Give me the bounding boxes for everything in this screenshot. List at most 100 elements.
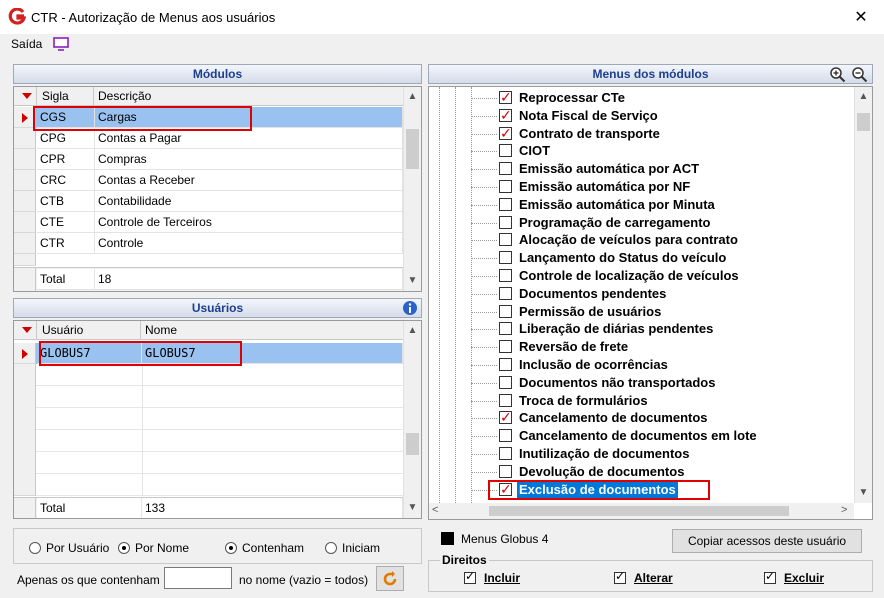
table-row[interactable]: CRC Contas a Receber [14,170,403,191]
tree-checkbox[interactable] [499,251,512,265]
zoom-in-icon[interactable] [829,66,846,83]
scroll-thumb[interactable] [857,113,870,131]
scroll-left-icon[interactable]: < [432,504,438,516]
direitos-label: Direitos [440,553,489,567]
tree-item[interactable]: Permissão de usuários [471,303,854,321]
scroll-thumb[interactable] [406,433,419,455]
tree-checkbox[interactable] [499,358,512,371]
menu-bar: Saída [0,34,884,56]
tree-item[interactable]: Devolução de documentos [471,463,854,481]
tree-checkbox[interactable] [499,233,512,247]
tree-item[interactable]: Programação de carregamento [471,214,854,232]
tree-checkbox[interactable] [499,180,512,193]
tree-item[interactable]: Reprocessar CTe [471,88,854,107]
tree-item[interactable]: Inutilização de documentos [471,445,854,463]
filter-group: Por Usuário Por Nome Contenham Iniciam [13,528,422,564]
info-icon[interactable] [402,300,418,316]
tree-item[interactable]: Liberação de diárias pendentes [471,320,854,338]
highlight-box [488,480,710,500]
scroll-thumb[interactable] [406,129,419,169]
tree-checkbox[interactable] [499,408,512,426]
tree-item-label: Reprocessar CTe [519,90,625,105]
filter-text-input[interactable] [164,567,232,589]
tree-checkbox[interactable] [499,106,512,124]
checkbox-incluir[interactable] [464,569,476,584]
checkbox-excluir[interactable] [764,569,776,584]
tree-checkbox[interactable] [499,304,512,318]
tree-checkbox[interactable] [499,375,512,389]
cell-sigla: CTB [37,191,95,212]
tree-checkbox[interactable] [499,215,512,229]
close-icon[interactable]: ✕ [846,6,876,30]
column-header-descricao[interactable]: Descrição [95,87,395,106]
radio-contenham[interactable] [225,542,237,554]
column-header-sigla[interactable]: Sigla [36,87,94,106]
tree-item[interactable]: Inclusão de ocorrências [471,356,854,374]
tree-item[interactable]: Contrato de transporte [471,124,854,143]
tree-checkbox[interactable] [499,144,512,158]
scroll-up-icon[interactable]: ▲ [855,91,872,102]
zoom-out-icon[interactable] [851,66,868,83]
tree-checkbox[interactable] [499,340,512,354]
tree-checkbox[interactable] [499,269,512,282]
tree-item[interactable]: Cancelamento de documentos [471,408,854,427]
tree-checkbox[interactable] [499,124,512,142]
tree-checkbox[interactable] [499,197,512,211]
radio-por-nome[interactable] [118,542,130,554]
tree-item[interactable]: Lançamento do Status do veículo [471,249,854,267]
menus-hscrollbar[interactable]: < > [429,503,854,519]
monitor-icon[interactable] [53,37,69,51]
radio-iniciam[interactable] [325,542,337,554]
highlight-box [33,106,252,131]
tree-item[interactable]: CIOT [471,142,854,160]
tree-checkbox[interactable] [499,464,512,478]
table-row[interactable]: CPG Contas a Pagar [14,128,403,149]
checkbox-alterar[interactable] [614,569,626,584]
tree-checkbox[interactable] [499,322,512,336]
scroll-down-icon[interactable]: ▼ [855,487,872,498]
tree-item[interactable]: Emissão automática por ACT [471,160,854,178]
table-row[interactable]: CTB Contabilidade [14,191,403,212]
apenas-label: Apenas os que contenham [17,573,160,587]
scroll-up-icon[interactable]: ▲ [404,325,421,336]
column-header-nome[interactable]: Nome [142,321,392,340]
tree-item[interactable]: Controle de localização de veículos [471,267,854,285]
tree-checkbox[interactable] [499,88,512,106]
tree-item[interactable]: Documentos pendentes [471,285,854,303]
menus-vscrollbar[interactable]: ▲ ▼ [854,87,872,503]
tree-item[interactable]: Cancelamento de documentos em lote [471,427,854,445]
tree-item[interactable]: Emissão automática por Minuta [471,196,854,214]
scroll-down-icon[interactable]: ▼ [404,502,421,513]
app-logo-icon [8,8,26,25]
hscroll-thumb[interactable] [489,506,789,516]
tree-checkbox[interactable] [499,162,512,176]
scroll-up-icon[interactable]: ▲ [404,91,421,102]
menu-saida[interactable]: Saída [11,37,42,51]
refresh-button[interactable] [376,566,404,591]
tree-checkbox[interactable] [499,447,512,460]
tree-item-label: Documentos pendentes [519,285,667,301]
copy-access-button[interactable]: Copiar acessos deste usuário [672,529,862,553]
tree-item[interactable]: Emissão automática por NF [471,178,854,196]
table-row[interactable]: CPR Compras [14,149,403,170]
table-row[interactable]: CTR Controle [14,233,403,254]
column-header-usuario[interactable]: Usuário [36,321,141,340]
tree-item[interactable]: Reversão de frete [471,338,854,356]
tree-item[interactable]: Troca de formulários [471,392,854,410]
sort-arrow-icon[interactable] [22,327,32,333]
title-bar: CTR - Autorização de Menus aos usuários … [0,0,884,34]
scroll-right-icon[interactable]: > [841,504,847,516]
modulos-scrollbar[interactable]: ▲ ▼ [403,87,421,291]
scroll-down-icon[interactable]: ▼ [404,275,421,286]
radio-por-usuario[interactable] [29,542,41,554]
tree-item[interactable]: Alocação de veículos para contrato [471,231,854,249]
radio-label-por-nome: Por Nome [135,541,190,555]
sort-arrow-icon[interactable] [22,93,32,99]
tree-checkbox[interactable] [499,393,512,407]
tree-item[interactable]: Documentos não transportados [471,374,854,392]
tree-checkbox[interactable] [499,286,512,300]
usuarios-scrollbar[interactable]: ▲ ▼ [403,321,421,518]
tree-item[interactable]: Nota Fiscal de Serviço [471,106,854,125]
tree-checkbox[interactable] [499,429,512,443]
table-row[interactable]: CTE Controle de Terceiros [14,212,403,233]
